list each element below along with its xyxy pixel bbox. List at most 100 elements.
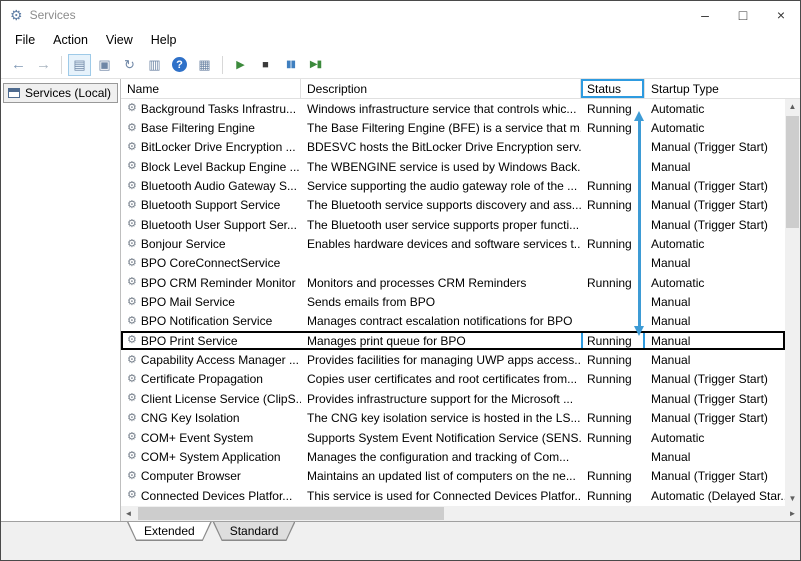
column-header-startup-type[interactable]: Startup Type xyxy=(645,79,800,98)
services-app-icon: ⚙ xyxy=(10,8,23,22)
service-gear-icon: ⚙ xyxy=(127,335,137,346)
horizontal-scrollbar[interactable]: ◄ ► xyxy=(121,506,800,521)
service-startup-type: Manual xyxy=(645,292,785,311)
table-row[interactable]: ⚙BitLocker Drive Encryption ...BDESVC ho… xyxy=(121,138,785,157)
minimize-button[interactable]: – xyxy=(686,1,724,29)
service-description: Provides facilities for managing UWP app… xyxy=(301,350,581,369)
restart-service-button[interactable]: ▶▮ xyxy=(304,54,327,76)
service-name-cell: ⚙Block Level Backup Engine ... xyxy=(121,157,301,176)
service-name-cell: ⚙BPO CoreConnectService xyxy=(121,254,301,273)
export-list-button[interactable]: ▥ xyxy=(143,54,166,76)
column-header-status[interactable]: Status xyxy=(581,79,645,98)
service-status xyxy=(581,215,645,234)
service-startup-type: Manual (Trigger Start) xyxy=(645,370,785,389)
menu-action[interactable]: Action xyxy=(44,33,97,47)
table-row[interactable]: ⚙BPO CoreConnectServiceManual xyxy=(121,254,785,273)
table-row[interactable]: ⚙Capability Access Manager ...Provides f… xyxy=(121,350,785,369)
table-row[interactable]: ⚙Certificate PropagationCopies user cert… xyxy=(121,370,785,389)
table-row[interactable]: ⚙COM+ System ApplicationManages the conf… xyxy=(121,447,785,466)
table-row[interactable]: ⚙COM+ Event SystemSupports System Event … xyxy=(121,428,785,447)
start-service-button[interactable]: ▶ xyxy=(229,54,252,76)
service-gear-icon: ⚙ xyxy=(127,432,137,443)
table-row[interactable]: ⚙BPO Mail ServiceSends emails from BPOMa… xyxy=(121,292,785,311)
vertical-scroll-thumb[interactable] xyxy=(786,116,799,228)
show-hide-console-tree-button[interactable]: ▤ xyxy=(68,54,91,76)
service-description xyxy=(301,254,581,273)
toolbar-separator xyxy=(222,56,223,74)
service-startup-type: Automatic xyxy=(645,428,785,447)
column-header-description[interactable]: Description xyxy=(301,79,581,98)
tab-standard[interactable]: Standard xyxy=(213,522,296,541)
table-row[interactable]: ⚙Connected Devices Platfor...This servic… xyxy=(121,486,785,505)
service-status: Running xyxy=(581,428,645,447)
stop-service-button[interactable]: ■ xyxy=(254,54,277,76)
back-button[interactable]: ← xyxy=(7,54,30,76)
service-name: BPO Notification Service xyxy=(141,314,272,328)
sidebar-item-services-local[interactable]: Services (Local) xyxy=(3,83,118,103)
maximize-button[interactable]: □ xyxy=(724,1,762,29)
service-status: Running xyxy=(581,176,645,195)
service-gear-icon: ⚙ xyxy=(127,142,137,153)
menu-help[interactable]: Help xyxy=(142,33,186,47)
service-name: CNG Key Isolation xyxy=(141,411,240,425)
service-gear-icon: ⚙ xyxy=(127,413,137,424)
forward-button[interactable]: → xyxy=(32,54,55,76)
pause-service-button[interactable]: ▮▮ xyxy=(279,54,302,76)
toolbar-separator xyxy=(61,56,62,74)
service-status xyxy=(581,254,645,273)
table-row[interactable]: ⚙Background Tasks Infrastru...Windows in… xyxy=(121,99,785,118)
table-row[interactable]: ⚙BPO CRM Reminder MonitorMonitors and pr… xyxy=(121,273,785,292)
table-row[interactable]: ⚙Bluetooth Audio Gateway S...Service sup… xyxy=(121,176,785,195)
menu-file[interactable]: File xyxy=(6,33,44,47)
service-startup-type: Automatic xyxy=(645,234,785,253)
service-status xyxy=(581,157,645,176)
table-row[interactable]: ⚙Bonjour ServiceEnables hardware devices… xyxy=(121,234,785,253)
service-description: This service is used for Connected Devic… xyxy=(301,486,581,505)
menu-view[interactable]: View xyxy=(97,33,142,47)
service-name-cell: ⚙Connected Devices Platfor... xyxy=(121,486,301,505)
console-tree-pane: Services (Local) xyxy=(1,79,121,521)
horizontal-scroll-thumb[interactable] xyxy=(138,507,444,520)
service-startup-type: Manual (Trigger Start) xyxy=(645,215,785,234)
service-name-cell: ⚙Background Tasks Infrastru... xyxy=(121,99,301,118)
table-row[interactable]: ⚙Bluetooth Support ServiceThe Bluetooth … xyxy=(121,196,785,215)
scroll-right-button[interactable]: ► xyxy=(785,506,800,521)
close-button[interactable]: × xyxy=(762,1,800,29)
scroll-left-button[interactable]: ◄ xyxy=(121,506,136,521)
service-startup-type: Automatic (Delayed Star... xyxy=(645,486,785,505)
help-button[interactable]: ? xyxy=(168,54,191,76)
service-gear-icon: ⚙ xyxy=(127,451,137,462)
service-startup-type: Manual (Trigger Start) xyxy=(645,138,785,157)
table-row[interactable]: ⚙Base Filtering EngineThe Base Filtering… xyxy=(121,118,785,137)
service-name: Computer Browser xyxy=(141,469,241,483)
service-startup-type: Manual xyxy=(645,331,785,350)
service-description: Manages contract escalation notification… xyxy=(301,312,581,331)
service-description: Manages print queue for BPO xyxy=(301,331,581,350)
service-name-cell: ⚙Bonjour Service xyxy=(121,234,301,253)
scroll-down-button[interactable]: ▼ xyxy=(785,491,800,506)
table-row[interactable]: ⚙CNG Key IsolationThe CNG key isolation … xyxy=(121,409,785,428)
service-startup-type: Manual (Trigger Start) xyxy=(645,176,785,195)
vertical-scrollbar[interactable]: ▲ ▼ xyxy=(785,99,800,506)
service-startup-type: Automatic xyxy=(645,118,785,137)
table-row[interactable]: ⚙BPO Notification ServiceManages contrac… xyxy=(121,312,785,331)
services-table-body: ⚙Background Tasks Infrastru...Windows in… xyxy=(121,99,785,506)
table-row[interactable]: ⚙Bluetooth User Support Ser...The Blueto… xyxy=(121,215,785,234)
table-row[interactable]: ⚙Computer BrowserMaintains an updated li… xyxy=(121,467,785,486)
service-name: COM+ System Application xyxy=(141,450,281,464)
services-list-pane: Name Description Status Startup Type ⚙Ba… xyxy=(121,79,800,521)
properties-button[interactable]: ▣ xyxy=(93,54,116,76)
service-status: Running xyxy=(581,486,645,505)
service-description: The Bluetooth service supports discovery… xyxy=(301,196,581,215)
table-row[interactable]: ⚙Block Level Backup Engine ...The WBENGI… xyxy=(121,157,785,176)
status-annotation-arrow xyxy=(638,121,641,326)
refresh-button[interactable]: ↻ xyxy=(118,54,141,76)
table-row[interactable]: ⚙Client License Service (ClipS...Provide… xyxy=(121,389,785,408)
window-view-button[interactable]: ▦ xyxy=(193,54,216,76)
service-startup-type: Automatic xyxy=(645,99,785,118)
tab-extended[interactable]: Extended xyxy=(127,522,212,541)
services-window: ⚙ Services – □ × FileActionViewHelp ←→▤▣… xyxy=(0,0,801,561)
column-header-name[interactable]: Name xyxy=(121,79,301,98)
table-row[interactable]: ⚙BPO Print ServiceManages print queue fo… xyxy=(121,331,785,350)
scroll-up-button[interactable]: ▲ xyxy=(785,99,800,114)
